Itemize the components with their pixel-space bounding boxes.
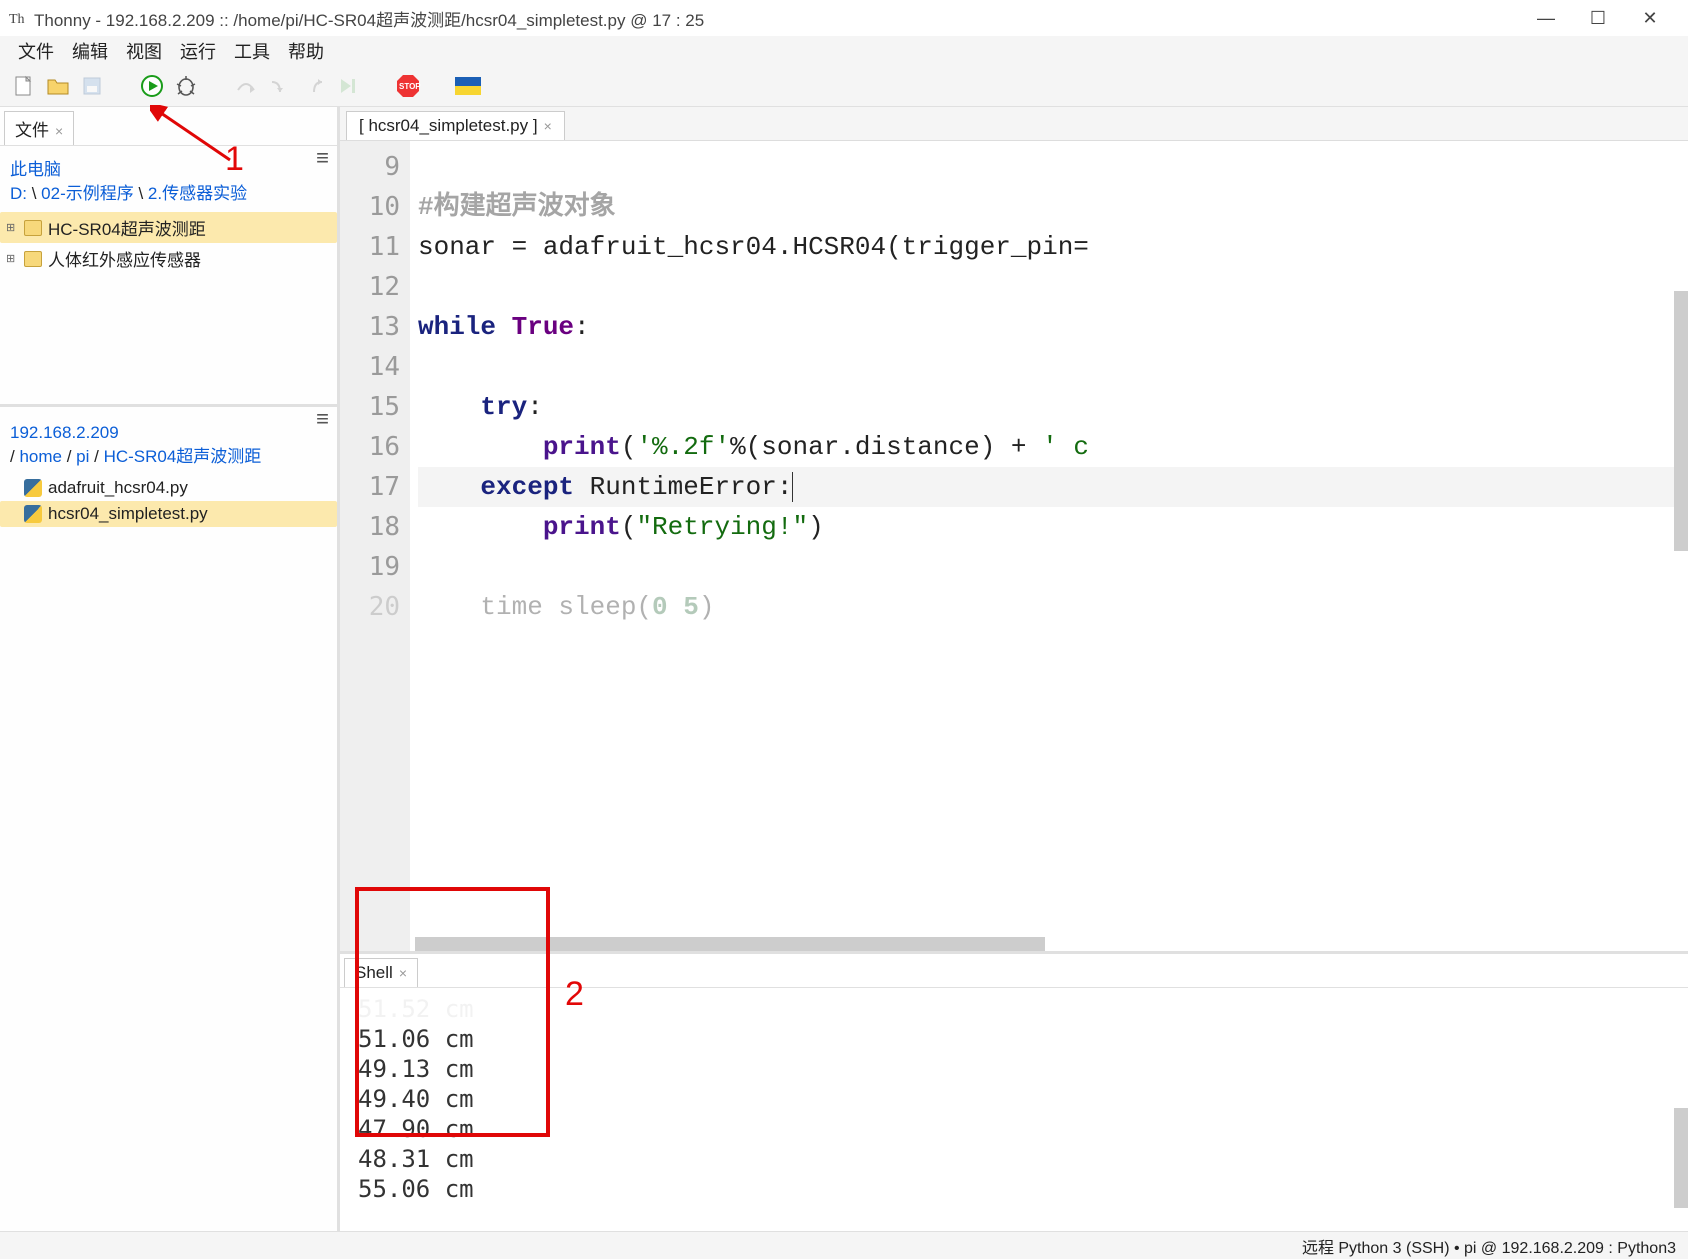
tree-file-item[interactable]: adafruit_hcsr04.py — [0, 475, 337, 501]
vertical-scrollbar[interactable] — [1674, 291, 1688, 551]
step-out-icon[interactable] — [300, 72, 328, 100]
path-segment[interactable]: D: — [10, 184, 27, 203]
main-area: 文件 × ≡ 此电脑 D: \ 02-示例程序 \ 2.传感器实验 ⊞ HC-SR0… — [0, 106, 1688, 1231]
window-controls: — ☐ ✕ — [1534, 8, 1680, 29]
menu-视图[interactable]: 视图 — [126, 38, 162, 64]
remote-path: / home / pi / HC-SR04超声波测距 — [10, 447, 261, 466]
code-line[interactable] — [418, 347, 1688, 387]
shell-line: 47.90 cm — [358, 1114, 1670, 1144]
code-line[interactable]: time sleep(0 5) — [418, 587, 1688, 627]
expand-icon[interactable]: ⊞ — [6, 252, 18, 265]
vertical-scrollbar[interactable] — [1674, 1108, 1688, 1208]
code-line[interactable]: #构建超声波对象 — [418, 187, 1688, 227]
code-line[interactable]: print('%.2f'%(sonar.distance) + ' c — [418, 427, 1688, 467]
code-line[interactable]: except RuntimeError: — [418, 467, 1688, 507]
tree-item-label: hcsr04_simpletest.py — [48, 504, 208, 524]
svg-text:STOP: STOP — [399, 82, 421, 91]
path-segment[interactable]: pi — [76, 447, 89, 466]
files-tab-label: 文件 — [15, 121, 49, 140]
left-sidebar: 文件 × ≡ 此电脑 D: \ 02-示例程序 \ 2.传感器实验 ⊞ HC-SR0… — [0, 107, 340, 1231]
annotation-box — [355, 887, 550, 1137]
tree-folder-item[interactable]: ⊞ HC-SR04超声波测距 — [0, 212, 337, 243]
code-line[interactable]: try: — [418, 387, 1688, 427]
menu-运行[interactable]: 运行 — [180, 38, 216, 64]
panel-menu-icon[interactable]: ≡ — [316, 150, 329, 166]
close-button[interactable]: ✕ — [1638, 8, 1662, 29]
status-bar: 远程 Python 3 (SSH) • pi @ 192.168.2.209 :… — [0, 1231, 1688, 1259]
close-icon[interactable]: × — [544, 118, 552, 134]
window-title: Thonny - 192.168.2.209 :: /home/pi/HC-SR… — [34, 6, 1526, 31]
open-file-icon[interactable] — [44, 72, 72, 100]
stop-icon[interactable]: STOP — [394, 72, 422, 100]
folder-icon — [24, 220, 42, 236]
code-line[interactable] — [418, 547, 1688, 587]
annotation-label-2: 2 — [565, 975, 584, 1014]
menu-工具[interactable]: 工具 — [234, 38, 270, 64]
maximize-button[interactable]: ☐ — [1586, 8, 1610, 29]
annotation-label-1: 1 — [225, 140, 244, 179]
shell-line: 49.13 cm — [358, 1054, 1670, 1084]
save-icon[interactable] — [78, 72, 106, 100]
shell-line: 49.40 cm — [358, 1084, 1670, 1114]
path-segment[interactable]: HC-SR04超声波测距 — [104, 447, 262, 466]
menu-帮助[interactable]: 帮助 — [288, 38, 324, 64]
close-icon[interactable]: × — [55, 123, 63, 139]
tree-item-label: 人体红外感应传感器 — [48, 246, 201, 271]
shell-line: 51.06 cm — [358, 1024, 1670, 1054]
debug-icon[interactable] — [172, 72, 200, 100]
local-path: D: \ 02-示例程序 \ 2.传感器实验 — [10, 184, 247, 203]
tree-folder-item[interactable]: ⊞ 人体红外感应传感器 — [0, 243, 337, 274]
python-file-icon — [24, 505, 42, 523]
code-line[interactable]: sonar = adafruit_hcsr04.HCSR04(trigger_p… — [418, 227, 1688, 267]
menu-编辑[interactable]: 编辑 — [72, 38, 108, 64]
tree-item-label: adafruit_hcsr04.py — [48, 478, 188, 498]
status-text[interactable]: 远程 Python 3 (SSH) • pi @ 192.168.2.209 :… — [1302, 1234, 1676, 1258]
toolbar: STOP — [0, 66, 1688, 106]
code-line[interactable] — [418, 267, 1688, 307]
tree-file-item[interactable]: hcsr04_simpletest.py — [0, 501, 337, 527]
menubar: 文件编辑视图运行工具帮助 — [0, 36, 1688, 66]
step-over-icon[interactable] — [232, 72, 260, 100]
resume-icon[interactable] — [334, 72, 362, 100]
svg-text:Th: Th — [9, 12, 25, 27]
expand-icon[interactable]: ⊞ — [6, 221, 18, 234]
path-segment[interactable]: home — [19, 447, 62, 466]
remote-host-link[interactable]: 192.168.2.209 — [10, 423, 119, 442]
panel-menu-icon[interactable]: ≡ — [316, 411, 329, 427]
editor-tab-label: [ hcsr04_simpletest.py ] — [359, 116, 538, 135]
new-file-icon[interactable] — [10, 72, 38, 100]
ukraine-flag-icon[interactable] — [454, 72, 482, 100]
shell-line: 55.06 cm — [358, 1174, 1670, 1204]
folder-icon — [24, 251, 42, 267]
code-editor[interactable]: 91011121314151617181920 #构建超声波对象sonar = … — [340, 141, 1688, 951]
shell-line: 48.31 cm — [358, 1144, 1670, 1174]
code-line[interactable] — [418, 147, 1688, 187]
run-icon[interactable] — [138, 72, 166, 100]
this-computer-link[interactable]: 此电脑 — [10, 160, 61, 179]
line-gutter: 91011121314151617181920 — [340, 141, 410, 951]
app-icon: Th — [8, 9, 26, 27]
menu-文件[interactable]: 文件 — [18, 38, 54, 64]
tree-item-label: HC-SR04超声波测距 — [48, 215, 206, 240]
minimize-button[interactable]: — — [1534, 8, 1558, 29]
step-into-icon[interactable] — [266, 72, 294, 100]
files-panel-tab[interactable]: 文件 × — [4, 111, 74, 145]
editor-tab[interactable]: [ hcsr04_simpletest.py ] × — [346, 111, 565, 140]
titlebar: Th Thonny - 192.168.2.209 :: /home/pi/HC… — [0, 0, 1688, 36]
code-line[interactable]: while True: — [418, 307, 1688, 347]
path-segment[interactable]: 2.传感器实验 — [148, 184, 247, 203]
path-segment[interactable]: 02-示例程序 — [41, 184, 134, 203]
python-file-icon — [24, 479, 42, 497]
code-line[interactable]: print("Retrying!") — [418, 507, 1688, 547]
